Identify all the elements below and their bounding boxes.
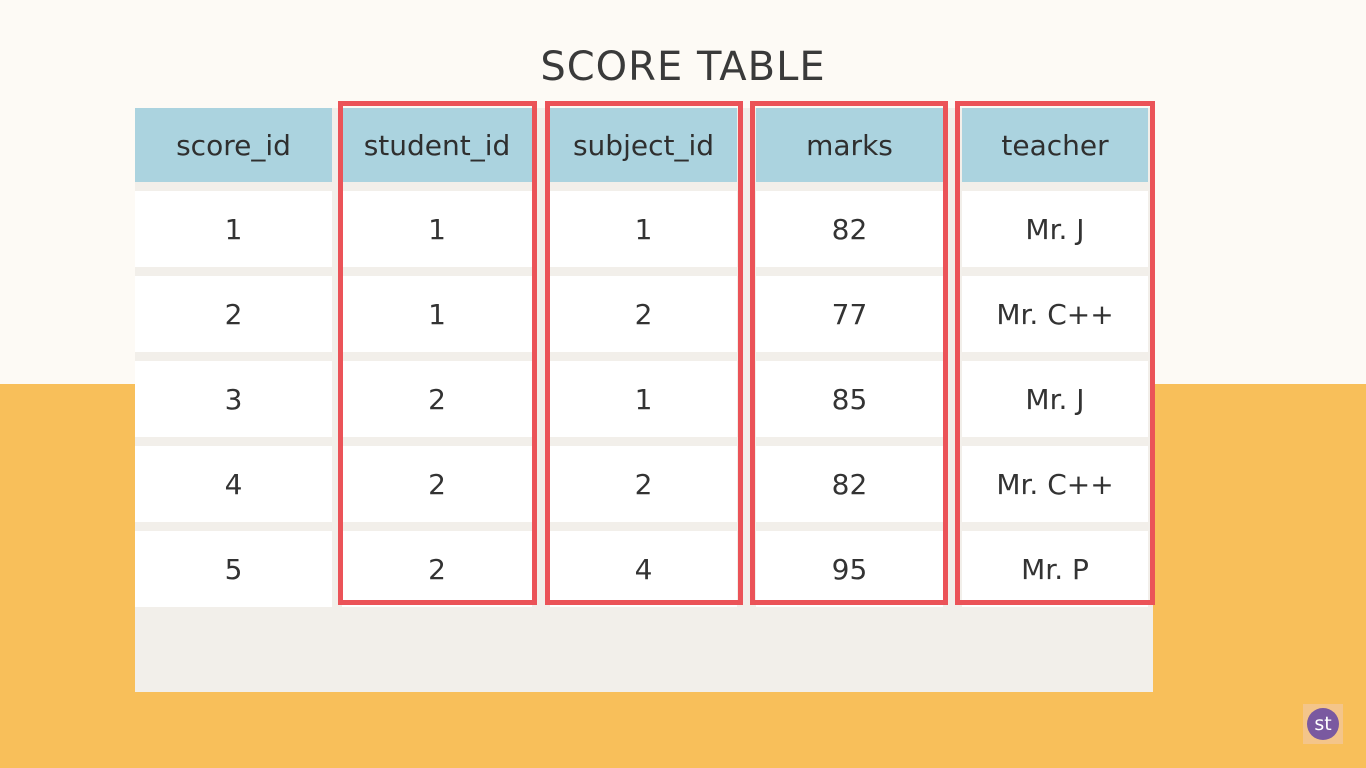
table-cell: 1 (135, 191, 332, 267)
logo-text: st (1307, 708, 1339, 740)
column-header-score-id: score_id (135, 108, 332, 182)
column-score-id: score_id 1 2 3 4 5 (135, 108, 332, 607)
table-cell: 4 (135, 446, 332, 522)
table-cell: 5 (135, 531, 332, 607)
highlight-box-student-id (338, 101, 537, 605)
highlight-box-subject-id (545, 101, 743, 605)
highlight-box-teacher (955, 101, 1155, 605)
st-logo-icon: st (1303, 704, 1343, 744)
table-cell: 2 (135, 276, 332, 352)
page-title: SCORE TABLE (540, 44, 826, 90)
highlight-box-marks (750, 101, 948, 605)
table-cell: 3 (135, 361, 332, 437)
